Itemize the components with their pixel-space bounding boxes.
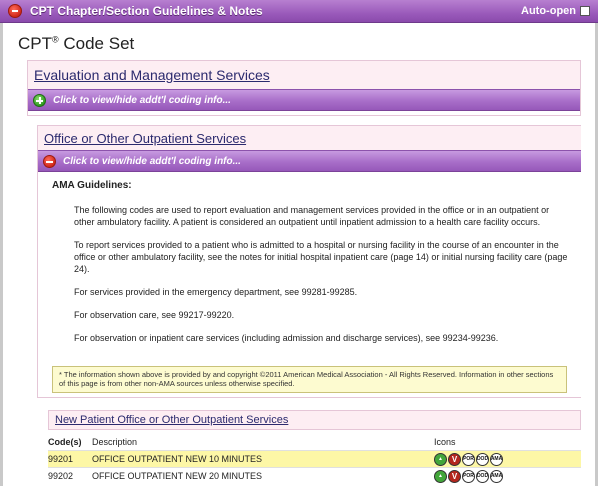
subsection-title-link[interactable]: New Patient Office or Other Outpatient S… (55, 414, 288, 426)
table-header: Code(s) Description Icons (48, 434, 581, 450)
dod-badge-icon[interactable]: DOD (476, 469, 489, 483)
guideline-paragraph: For observation or inpatient care servic… (74, 333, 499, 343)
section-evaluation-management: Evaluation and Management Services Click… (27, 60, 581, 116)
table-row[interactable]: 99201 OFFICE OUTPATIENT NEW 10 MINUTES ▲… (48, 450, 581, 467)
code-cell[interactable]: 99202 (48, 471, 92, 481)
auto-open-label: Auto-open (521, 5, 576, 17)
toggle-info-text[interactable]: Click to view/hide addt'l coding info... (63, 156, 241, 167)
guideline-paragraph: To report services provided to a patient… (74, 240, 568, 274)
description-cell: OFFICE OUTPATIENT NEW 10 MINUTES (92, 454, 263, 464)
description-cell: OFFICE OUTPATIENT NEW 20 MINUTES (92, 471, 263, 481)
header-title: CPT Chapter/Section Guidelines & Notes (30, 4, 263, 18)
v-badge-icon[interactable]: V (448, 452, 461, 466)
guideline-paragraph: The following codes are used to report e… (74, 205, 550, 227)
section-title-link[interactable]: Evaluation and Management Services (34, 67, 270, 83)
section-title-link[interactable]: Office or Other Outpatient Services (44, 131, 246, 146)
section-header: Office or Other Outpatient Services (38, 126, 581, 150)
toggle-info-bar[interactable]: Click to view/hide addt'l coding info... (28, 89, 580, 111)
auto-open-checkbox[interactable] (580, 6, 590, 16)
guidelines-header-bar: CPT Chapter/Section Guidelines & Notes A… (0, 0, 598, 23)
subsection-header: New Patient Office or Other Outpatient S… (48, 410, 581, 430)
codeset-title-text: CPT (18, 34, 52, 53)
code-cell[interactable]: 99201 (48, 454, 92, 464)
expand-plus-icon[interactable] (33, 93, 46, 107)
guideline-paragraph: For services provided in the emergency d… (74, 287, 358, 297)
collapse-minus-icon[interactable] (43, 154, 56, 168)
icons-cell: ▲ V POR DOD AMA (434, 452, 581, 466)
page-title: CPT® Code Set (18, 34, 134, 54)
section-header: Evaluation and Management Services (28, 61, 580, 89)
toggle-info-bar[interactable]: Click to view/hide addt'l coding info... (38, 150, 581, 172)
ama-guidelines: AMA Guidelines: The following codes are … (38, 172, 581, 344)
registered-mark: ® (52, 34, 59, 45)
v-badge-icon[interactable]: V (448, 469, 461, 483)
add-on-arrow-icon[interactable]: ▲ (434, 452, 447, 466)
auto-open-toggle[interactable]: Auto-open (521, 5, 590, 17)
por-badge-icon[interactable]: POR (462, 452, 475, 466)
guidelines-heading: AMA Guidelines: (52, 180, 132, 191)
add-on-arrow-icon[interactable]: ▲ (434, 469, 447, 483)
code-table: Code(s) Description Icons 99201 OFFICE O… (48, 434, 581, 484)
por-badge-icon[interactable]: POR (462, 469, 475, 483)
code-column-header: Code(s) (48, 437, 82, 447)
icons-cell: ▲ V POR DOD AMA (434, 469, 581, 483)
icons-column-header: Icons (434, 437, 456, 447)
codeset-title-suffix: Code Set (58, 34, 135, 53)
ama-badge-icon[interactable]: AMA (490, 469, 503, 483)
description-column-header: Description (92, 437, 138, 447)
section-office-outpatient: Office or Other Outpatient Services Clic… (37, 125, 581, 398)
copyright-notice: * The information shown above is provide… (52, 366, 567, 393)
table-row[interactable]: 99202 OFFICE OUTPATIENT NEW 20 MINUTES ▲… (48, 467, 581, 484)
ama-badge-icon[interactable]: AMA (490, 452, 503, 466)
guideline-paragraph: For observation care, see 99217-99220. (74, 310, 235, 320)
toggle-info-text[interactable]: Click to view/hide addt'l coding info... (53, 95, 231, 106)
collapse-icon[interactable] (8, 4, 22, 18)
dod-badge-icon[interactable]: DOD (476, 452, 489, 466)
